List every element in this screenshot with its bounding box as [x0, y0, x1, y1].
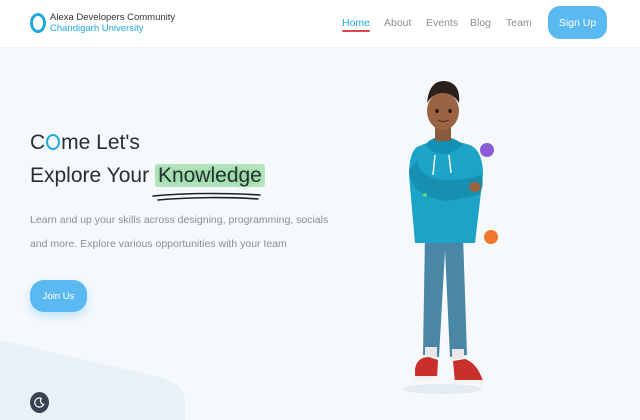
- hero-paragraph-line2: and more. Explore various opportunities …: [30, 238, 287, 250]
- hero-title-explore: Explore Your: [30, 164, 150, 187]
- nav-events[interactable]: Events: [426, 17, 458, 29]
- moon-icon: [34, 397, 45, 408]
- signup-button[interactable]: Sign Up: [548, 6, 607, 39]
- hero-title-line2: Explore Your Knowledge: [30, 164, 265, 188]
- brand-line1: Alexa Developers Community: [50, 12, 176, 23]
- hero-avatar-illustration: [402, 80, 498, 394]
- brand-logo[interactable]: Alexa Developers Community Chandigarh Un…: [30, 12, 175, 34]
- nav-blog[interactable]: Blog: [470, 17, 491, 29]
- hero-title-rest: me Let's: [61, 131, 140, 154]
- hero-paragraph-line1: Learn and up your skills across designin…: [30, 214, 329, 226]
- underline-scribble: [152, 192, 261, 201]
- background-blob: [0, 340, 185, 420]
- alexa-ring-icon: [30, 13, 46, 33]
- top-navbar: Alexa Developers Community Chandigarh Un…: [0, 0, 640, 48]
- hero-title-highlight: Knowledge: [154, 164, 265, 187]
- brand-line2: Chandigarh University: [50, 23, 144, 34]
- hero-title-line1: Cme Let's: [30, 131, 140, 155]
- theme-toggle-button[interactable]: [30, 392, 49, 413]
- brand-text: Alexa Developers Community Chandigarh Un…: [50, 12, 175, 34]
- join-us-button[interactable]: Join Us: [30, 280, 87, 312]
- nav-team[interactable]: Team: [506, 17, 532, 29]
- alexa-ring-o-icon: [46, 134, 61, 150]
- hero-title-c: C: [30, 131, 46, 154]
- nav-about[interactable]: About: [384, 17, 411, 29]
- nav-home[interactable]: Home: [342, 17, 371, 32]
